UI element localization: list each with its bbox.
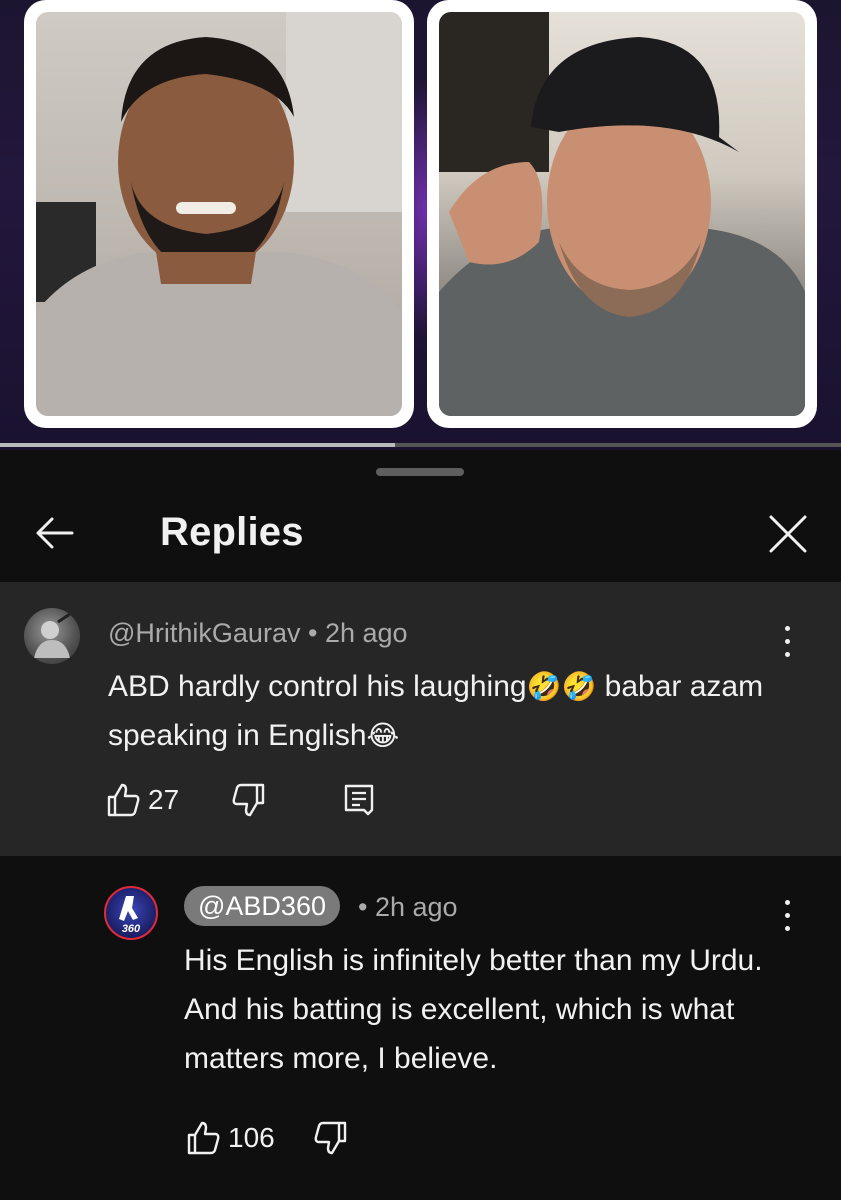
drag-handle[interactable]: [376, 468, 464, 476]
reply-text: His English is infinitely better than my…: [184, 944, 763, 1075]
thumb-down-icon: [314, 1121, 347, 1155]
close-icon: [769, 515, 807, 553]
comment-text: ABD hardly control his laughing🤣🤣 babar …: [108, 662, 798, 760]
arrow-left-icon: [36, 517, 74, 549]
comment-text-part1: ABD hardly control his laughing: [108, 670, 527, 703]
comment-meta: • 2h ago: [358, 892, 458, 923]
like-button[interactable]: 27: [104, 778, 194, 822]
comment-time: 2h ago: [324, 618, 408, 648]
like-count: 106: [228, 1122, 275, 1153]
like-button[interactable]: 106: [184, 1116, 284, 1160]
replies-sheet: Replies @HrithikGaurav • 2h ago ABD hard…: [0, 450, 841, 1200]
thumb-down-icon: [232, 783, 265, 817]
back-button[interactable]: [30, 508, 80, 558]
video-feed-right: [439, 12, 805, 416]
comment-reply-icon: [344, 784, 374, 816]
reply-button[interactable]: [340, 778, 380, 822]
person-right-illustration: [439, 12, 805, 416]
video-player[interactable]: [0, 0, 841, 450]
video-feed-left: [36, 12, 402, 416]
laughing-emoji: 🤣🤣: [526, 671, 597, 702]
video-progress-fill: [0, 443, 396, 447]
user-photo-icon: [34, 612, 71, 658]
comment-meta: @HrithikGaurav • 2h ago: [108, 618, 408, 649]
comment-time: 2h ago: [374, 892, 458, 922]
dislike-button[interactable]: [228, 778, 268, 822]
dislike-button[interactable]: [310, 1116, 350, 1160]
video-tile-left: [24, 0, 414, 428]
avatar[interactable]: [24, 608, 80, 664]
author-mention-chip[interactable]: @ABD360: [184, 886, 340, 926]
close-button[interactable]: [762, 508, 814, 560]
reply-comment: 360 @ABD360 • 2h ago His English is infi…: [0, 856, 841, 1200]
meta-separator: •: [358, 892, 368, 922]
avatar[interactable]: 360: [104, 886, 158, 940]
more-options-button[interactable]: [772, 894, 802, 940]
tears-of-joy-emoji: 😂: [366, 720, 400, 751]
channel-logo-icon: 360: [119, 896, 141, 935]
comment-author[interactable]: @HrithikGaurav: [108, 618, 300, 648]
video-tile-right: [427, 0, 817, 428]
thumb-up-icon: [187, 1121, 220, 1155]
replies-header: Replies: [0, 490, 841, 580]
thumb-up-icon: [107, 783, 140, 817]
page-title: Replies: [160, 510, 304, 554]
person-left-illustration: [36, 12, 402, 416]
more-options-button[interactable]: [772, 620, 802, 666]
channel-logo-text: 360: [122, 923, 141, 935]
parent-comment: @HrithikGaurav • 2h ago ABD hardly contr…: [0, 582, 841, 856]
like-count: 27: [148, 784, 180, 815]
video-progress-bar[interactable]: [0, 443, 841, 447]
meta-separator: •: [307, 618, 318, 648]
